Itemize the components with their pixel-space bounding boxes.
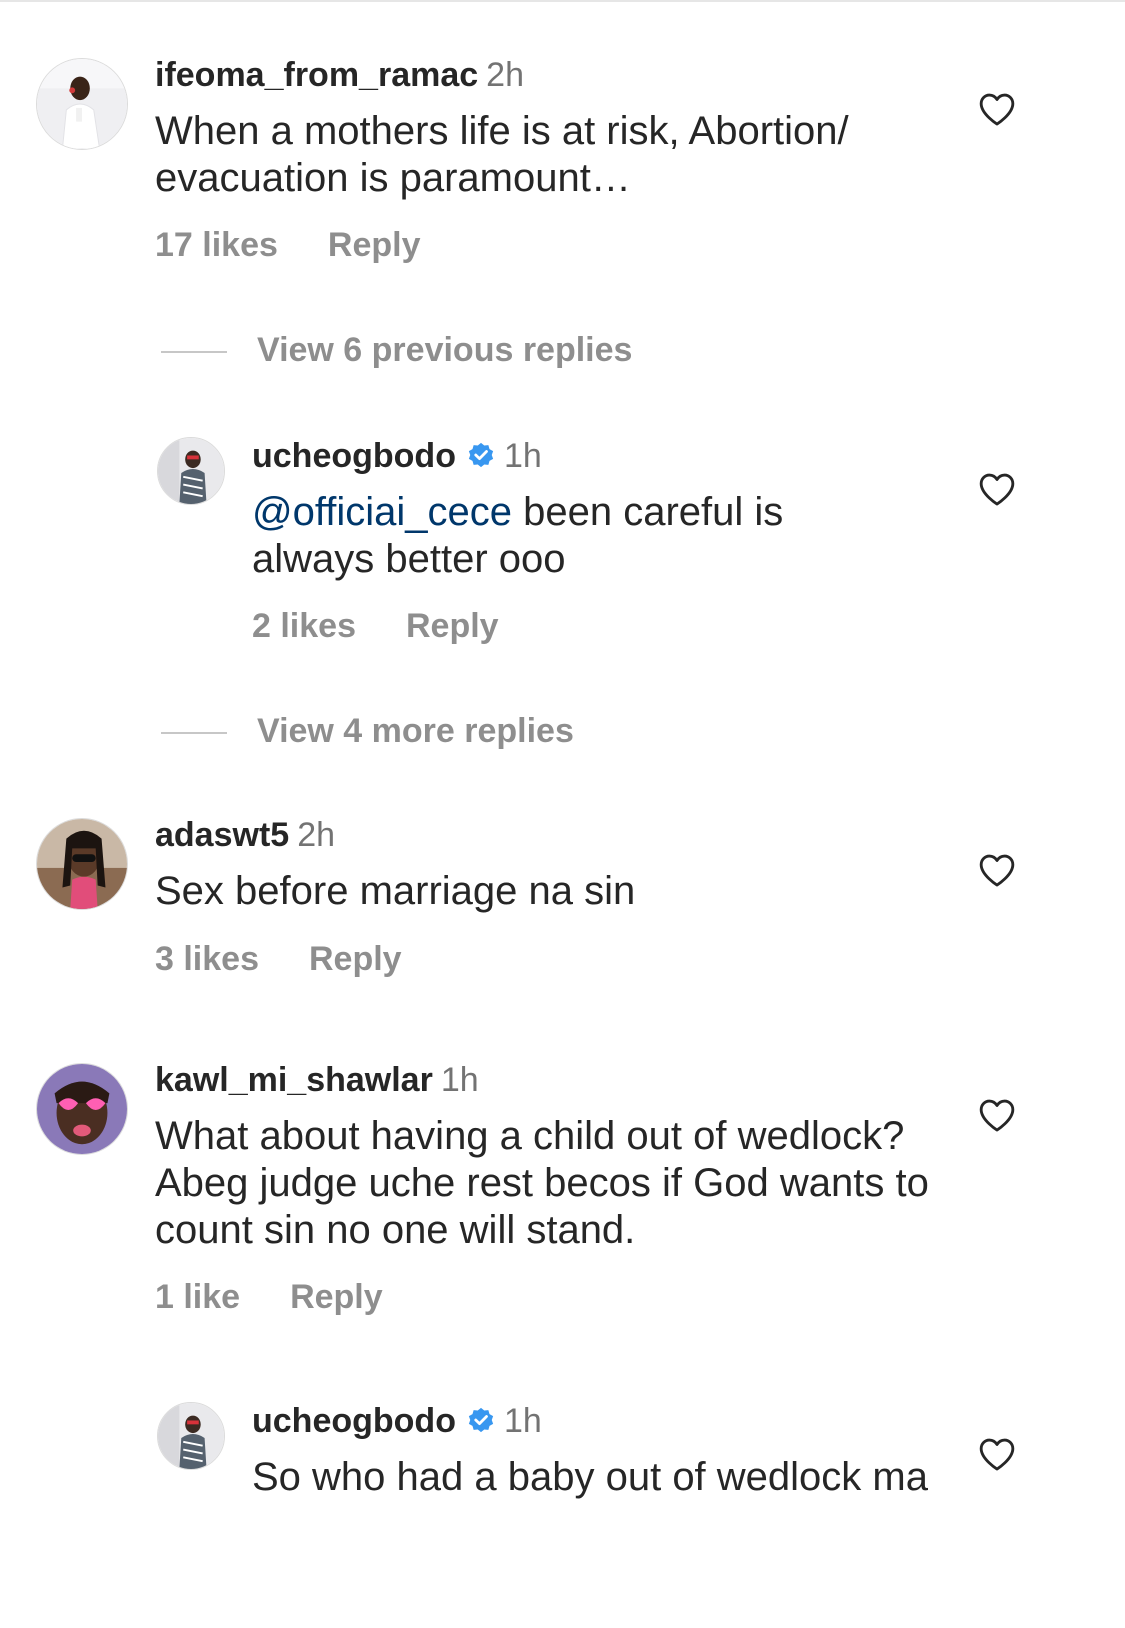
comment-text: When a mothers life is at risk, Abortion… (155, 109, 849, 200)
username[interactable]: ucheogbodo (252, 1402, 456, 1440)
avatar[interactable] (157, 1402, 225, 1470)
avatar[interactable] (36, 1063, 128, 1155)
reply-text: So who had a baby out of wedlock ma (252, 1455, 928, 1499)
avatar[interactable] (36, 58, 128, 150)
like-heart-icon[interactable] (978, 1097, 1016, 1133)
timestamp: 2h (486, 56, 524, 94)
likes-count[interactable]: 1 like (155, 1278, 240, 1316)
reply-button[interactable]: Reply (406, 607, 499, 645)
replies-divider (161, 732, 227, 735)
comment-actions: 1 like Reply (155, 1277, 383, 1317)
username[interactable]: kawl_mi_shawlar (155, 1061, 433, 1099)
comment-actions: 3 likes Reply (155, 939, 402, 979)
reply-button[interactable]: Reply (328, 226, 421, 264)
comment-header: ifeoma_from_ramac 2h (155, 55, 524, 95)
avatar[interactable] (36, 818, 128, 910)
username[interactable]: ucheogbodo (252, 437, 456, 475)
timestamp: 2h (297, 816, 336, 854)
like-heart-icon[interactable] (978, 1436, 1016, 1472)
verified-badge-icon (466, 1406, 496, 1436)
reply-header: ucheogbodo 1h (252, 1401, 542, 1441)
view-previous-replies-label: View 6 previous replies (257, 331, 633, 369)
avatar-image-kawl (37, 1064, 127, 1154)
username[interactable]: ifeoma_from_ramac (155, 56, 478, 94)
reply-header: ucheogbodo 1h (252, 436, 542, 476)
comment-actions: 17 likes Reply (155, 225, 420, 265)
avatar-image-ucheogbodo (158, 1403, 224, 1469)
like-heart-icon[interactable] (978, 852, 1016, 888)
reply-text: @officiai_cece been careful is always be… (252, 489, 852, 583)
likes-count[interactable]: 2 likes (252, 607, 356, 645)
like-heart-icon[interactable] (978, 91, 1016, 127)
comment-header: kawl_mi_shawlar 1h (155, 1060, 479, 1100)
comment-header: adaswt5 2h (155, 815, 335, 855)
timestamp: 1h (440, 1061, 479, 1099)
view-more-replies-label: View 4 more replies (257, 712, 574, 750)
replies-divider (161, 351, 227, 354)
comment-text: What about having a child out of wedlock… (155, 1114, 929, 1252)
timestamp: 1h (503, 437, 542, 475)
top-divider (0, 0, 1125, 2)
likes-count[interactable]: 17 likes (155, 226, 278, 264)
reply-actions: 2 likes Reply (252, 606, 499, 646)
avatar-image-ucheogbodo (158, 438, 224, 504)
avatar-image-adaswt5 (37, 819, 127, 909)
comment-text: Sex before marriage na sin (155, 869, 636, 913)
view-previous-replies[interactable]: View 6 previous replies (161, 330, 632, 370)
reply-button[interactable]: Reply (290, 1278, 383, 1316)
timestamp: 1h (503, 1402, 542, 1440)
like-heart-icon[interactable] (978, 471, 1016, 507)
likes-count[interactable]: 3 likes (155, 940, 259, 978)
username[interactable]: adaswt5 (155, 816, 289, 854)
avatar-image-ifeoma (37, 59, 127, 149)
verified-badge-icon (466, 441, 496, 471)
view-more-replies[interactable]: View 4 more replies (161, 711, 574, 751)
avatar[interactable] (157, 437, 225, 505)
reply-button[interactable]: Reply (309, 940, 402, 978)
mention-link[interactable]: @officiai_cece (252, 490, 512, 534)
